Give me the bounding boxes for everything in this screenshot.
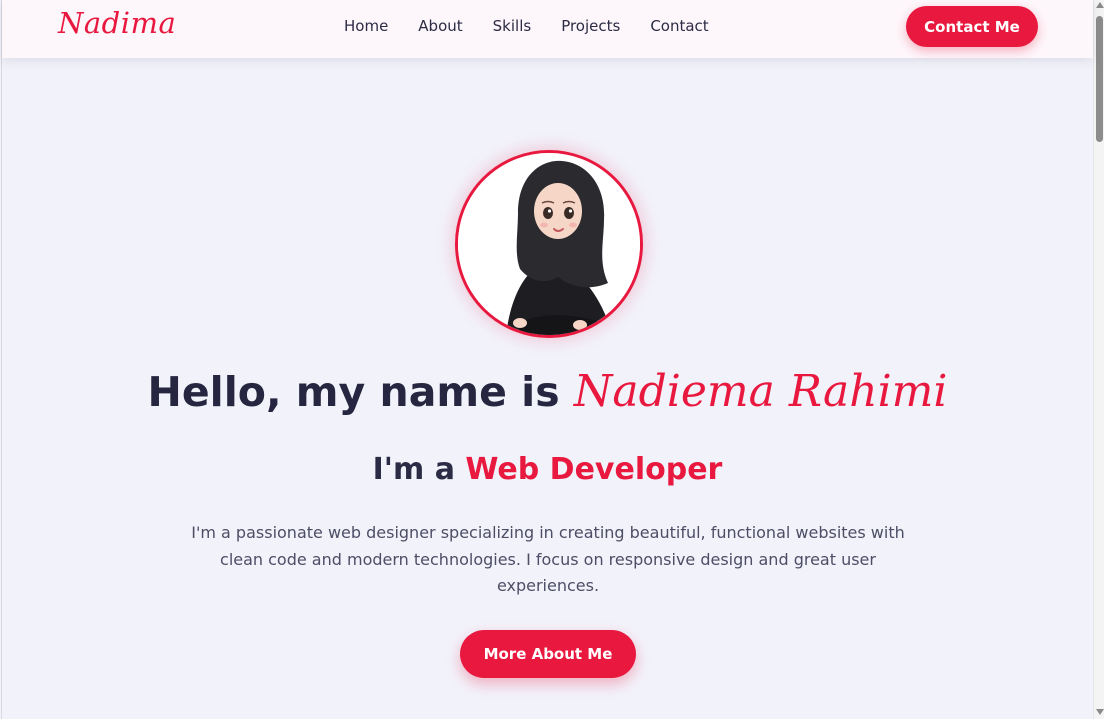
nav-link-about[interactable]: About — [418, 17, 462, 35]
contact-me-button[interactable]: Contact Me — [906, 6, 1038, 47]
portfolio-page: Nadima Home About Skills Projects Contac… — [1, 0, 1093, 719]
scrollbar-thumb[interactable] — [1096, 16, 1103, 142]
scroll-down-arrow-icon[interactable] — [1096, 709, 1104, 715]
hero-subtitle: I'm a Web Developer — [2, 452, 1093, 487]
hero-role-prefix: I'm a — [372, 452, 466, 487]
avatar-illustration-icon — [458, 153, 640, 335]
scroll-up-arrow-icon[interactable] — [1096, 2, 1104, 8]
browser-window: Nadima Home About Skills Projects Contac… — [0, 0, 1104, 719]
nav-link-contact[interactable]: Contact — [650, 17, 708, 35]
hero-greeting: Hello, my name is — [147, 368, 574, 416]
hero-role: Web Developer — [465, 452, 723, 487]
hero-name: Nadiema Rahimi — [573, 366, 948, 417]
nav-links: Home About Skills Projects Contact — [344, 17, 739, 35]
hero-title: Hello, my name is Nadiema Rahimi — [2, 366, 1093, 417]
nav-link-projects[interactable]: Projects — [561, 17, 620, 35]
vertical-scrollbar[interactable] — [1093, 0, 1104, 719]
hero-description: I'm a passionate web designer specializi… — [191, 523, 905, 595]
nav-link-home[interactable]: Home — [344, 17, 388, 35]
nav-link-skills[interactable]: Skills — [493, 17, 532, 35]
avatar — [455, 150, 643, 338]
navbar: Nadima Home About Skills Projects Contac… — [2, 0, 1093, 58]
site-logo[interactable]: Nadima — [58, 6, 176, 40]
more-about-me-button[interactable]: More About Me — [460, 630, 636, 678]
